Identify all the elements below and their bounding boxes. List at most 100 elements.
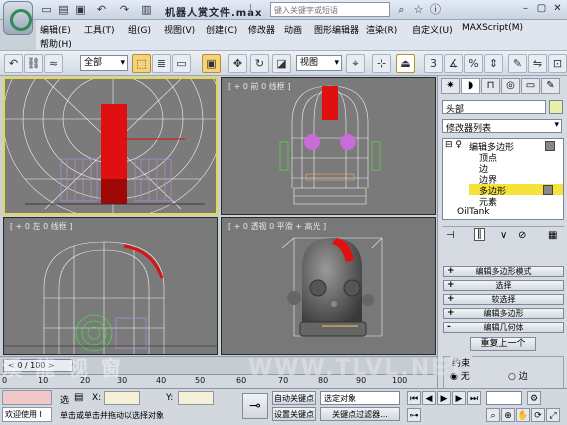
stack-item-edit-poly[interactable]: ⊟ ♀ 编辑多边形 (445, 140, 563, 153)
pan-view-icon[interactable]: ✋ (516, 408, 530, 422)
undo-button-icon[interactable]: ↶ (4, 54, 23, 73)
selection-filter-dropdown[interactable]: 全部 (80, 55, 128, 71)
rollout-selection[interactable]: + 选择 (443, 280, 564, 291)
time-config-icon[interactable]: ⚙ (527, 391, 541, 405)
open-file-icon[interactable]: ▤ (57, 3, 70, 16)
snaps-toggle-icon[interactable]: 3 (424, 54, 443, 73)
align-icon[interactable]: ⊡ (548, 54, 567, 73)
select-object-icon[interactable]: ⬚ (132, 54, 151, 73)
modifier-list-dropdown[interactable]: 修改器列表 ▾ (442, 119, 562, 134)
rectangular-selection-icon[interactable]: ▭ (172, 54, 191, 73)
object-color-swatch[interactable] (549, 100, 563, 114)
zoom-icon[interactable]: ⌕ (486, 408, 500, 422)
search-input[interactable]: 键入关键字或短语 (270, 2, 390, 17)
hierarchy-tab-icon[interactable]: ⊓ (481, 78, 500, 94)
next-frame-icon[interactable]: ▶ (452, 391, 466, 405)
window-crossing-icon[interactable]: ▣ (202, 54, 221, 73)
pivot-center-icon[interactable]: ⌖ (346, 54, 365, 73)
select-manipulate-icon[interactable]: ⊹ (372, 54, 391, 73)
menu-group[interactable]: 组(G) (128, 23, 151, 36)
select-by-name-icon[interactable]: ≣ (152, 54, 171, 73)
configure-sets-icon[interactable]: ▦ (548, 230, 557, 241)
reference-coordinate-dropdown[interactable]: 视图 (296, 55, 342, 71)
named-selection-icon[interactable]: ✎ (508, 54, 527, 73)
key-mode-dropdown[interactable]: 选定对象 (320, 391, 400, 405)
unlink-icon[interactable]: ≈ (44, 54, 63, 73)
maximize-viewport-icon[interactable]: ⤢ (546, 408, 560, 422)
select-rotate-icon[interactable]: ↻ (250, 54, 269, 73)
select-link-icon[interactable]: ⛓ (24, 54, 43, 73)
redo-icon[interactable]: ↷ (118, 3, 131, 16)
select-move-icon[interactable]: ✥ (228, 54, 247, 73)
key-filters-button[interactable]: 关键点过滤器... (320, 407, 400, 421)
make-unique-icon[interactable]: ∨ (500, 230, 507, 241)
percent-snap-icon[interactable]: % (464, 54, 483, 73)
auto-key-button[interactable]: 自动关键点 (272, 391, 316, 405)
stack-item-polygon[interactable]: 多边形 (469, 184, 563, 197)
welcome-field[interactable]: 欢迎使用 I (2, 407, 52, 422)
repeat-last-button[interactable]: 重复上一个 (470, 337, 536, 351)
help-star-icon[interactable]: ☆ (412, 3, 425, 16)
stack-item-oiltank[interactable]: OilTank (457, 207, 490, 217)
set-key-button[interactable]: 设置关键点 (272, 407, 316, 421)
viewport-front[interactable]: [ + 0 前 0 线框 ] (221, 77, 436, 215)
menu-customize[interactable]: 自定义(U) (412, 23, 453, 36)
y-coordinate-field[interactable] (178, 391, 214, 405)
selection-lock-icon[interactable]: ▤ (74, 392, 83, 403)
pin-stack-icon[interactable]: ⊣ (446, 230, 455, 241)
new-file-icon[interactable]: ▭ (40, 3, 53, 16)
utilities-tab-icon[interactable]: ✎ (541, 78, 560, 94)
key-icon[interactable]: ⊸ (242, 393, 268, 419)
orbit-icon[interactable]: ⟳ (531, 408, 545, 422)
viewport-label[interactable]: [ + 0 左 0 线框 ] (10, 221, 72, 232)
mirror-icon[interactable]: ⇋ (528, 54, 547, 73)
remove-modifier-icon[interactable]: ⊘ (518, 230, 526, 241)
spinner-snap-icon[interactable]: ⇕ (484, 54, 503, 73)
keyboard-shortcut-toggle-icon[interactable]: ⏏ (396, 54, 415, 73)
viewport-label[interactable]: [ + 0 透视 0 平滑 + 高光 ] (228, 221, 326, 232)
rollout-edit-polygons[interactable]: + 编辑多边形 (443, 308, 564, 319)
angle-snap-icon[interactable]: ∡ (444, 54, 463, 73)
object-name-field[interactable]: 头部 (442, 100, 546, 115)
show-end-result-icon[interactable]: ∥ (474, 228, 485, 241)
menu-rendering[interactable]: 渲染(R) (366, 23, 397, 36)
menu-help[interactable]: 帮助(H) (40, 37, 72, 50)
motion-tab-icon[interactable]: ◎ (501, 78, 520, 94)
close-button[interactable]: ✕ (550, 2, 565, 16)
display-tab-icon[interactable]: ▭ (521, 78, 540, 94)
rollout-edit-poly-mode[interactable]: + 编辑多边形模式 (443, 266, 564, 277)
menu-tools[interactable]: 工具(T) (84, 23, 115, 36)
viewport-label[interactable]: [ + 0 前 0 线框 ] (228, 81, 290, 92)
constraint-edge-radio[interactable]: ○ 边 (508, 369, 528, 382)
key-mode-toggle-icon[interactable]: ⊶ (407, 408, 421, 422)
minimize-button[interactable]: – (518, 2, 533, 16)
undo-icon[interactable]: ↶ (95, 3, 108, 16)
zoom-all-icon[interactable]: ⊕ (501, 408, 515, 422)
menu-modifiers[interactable]: 修改器 (248, 23, 275, 36)
modify-tab-icon[interactable]: ◗ (461, 78, 480, 94)
menu-edit[interactable]: 编辑(E) (40, 23, 71, 36)
create-tab-icon[interactable]: ✷ (441, 78, 460, 94)
menu-graph-editors[interactable]: 图形编辑器 (314, 23, 359, 36)
viewport-left[interactable]: [ + 0 左 0 线框 ] (3, 217, 218, 355)
x-coordinate-field[interactable] (104, 391, 140, 405)
play-icon[interactable]: ▶ (437, 391, 451, 405)
search-icon[interactable]: ⌕ (395, 3, 408, 16)
menu-animation[interactable]: 动画 (284, 23, 302, 36)
save-icon[interactable]: ▣ (74, 3, 87, 16)
application-logo-icon[interactable] (3, 1, 33, 35)
viewport-top[interactable] (3, 77, 218, 215)
menu-create[interactable]: 创建(C) (206, 23, 237, 36)
current-frame-field[interactable] (486, 391, 522, 405)
maximize-button[interactable]: ▢ (534, 2, 549, 16)
maxscript-listener-mini[interactable] (2, 390, 52, 405)
go-to-start-icon[interactable]: ⏮ (407, 391, 421, 405)
info-icon[interactable]: ⓘ (429, 3, 442, 16)
select-scale-icon[interactable]: ◪ (272, 54, 291, 73)
menu-maxscript[interactable]: MAXScript(M) (462, 23, 523, 33)
project-folder-icon[interactable]: ▥ (140, 3, 153, 16)
rollout-soft-selection[interactable]: + 软选择 (443, 294, 564, 305)
viewport-perspective[interactable]: [ + 0 透视 0 平滑 + 高光 ] (221, 217, 436, 355)
previous-frame-icon[interactable]: ◀ (422, 391, 436, 405)
rollout-edit-geometry[interactable]: - 编辑几何体 (443, 322, 564, 333)
